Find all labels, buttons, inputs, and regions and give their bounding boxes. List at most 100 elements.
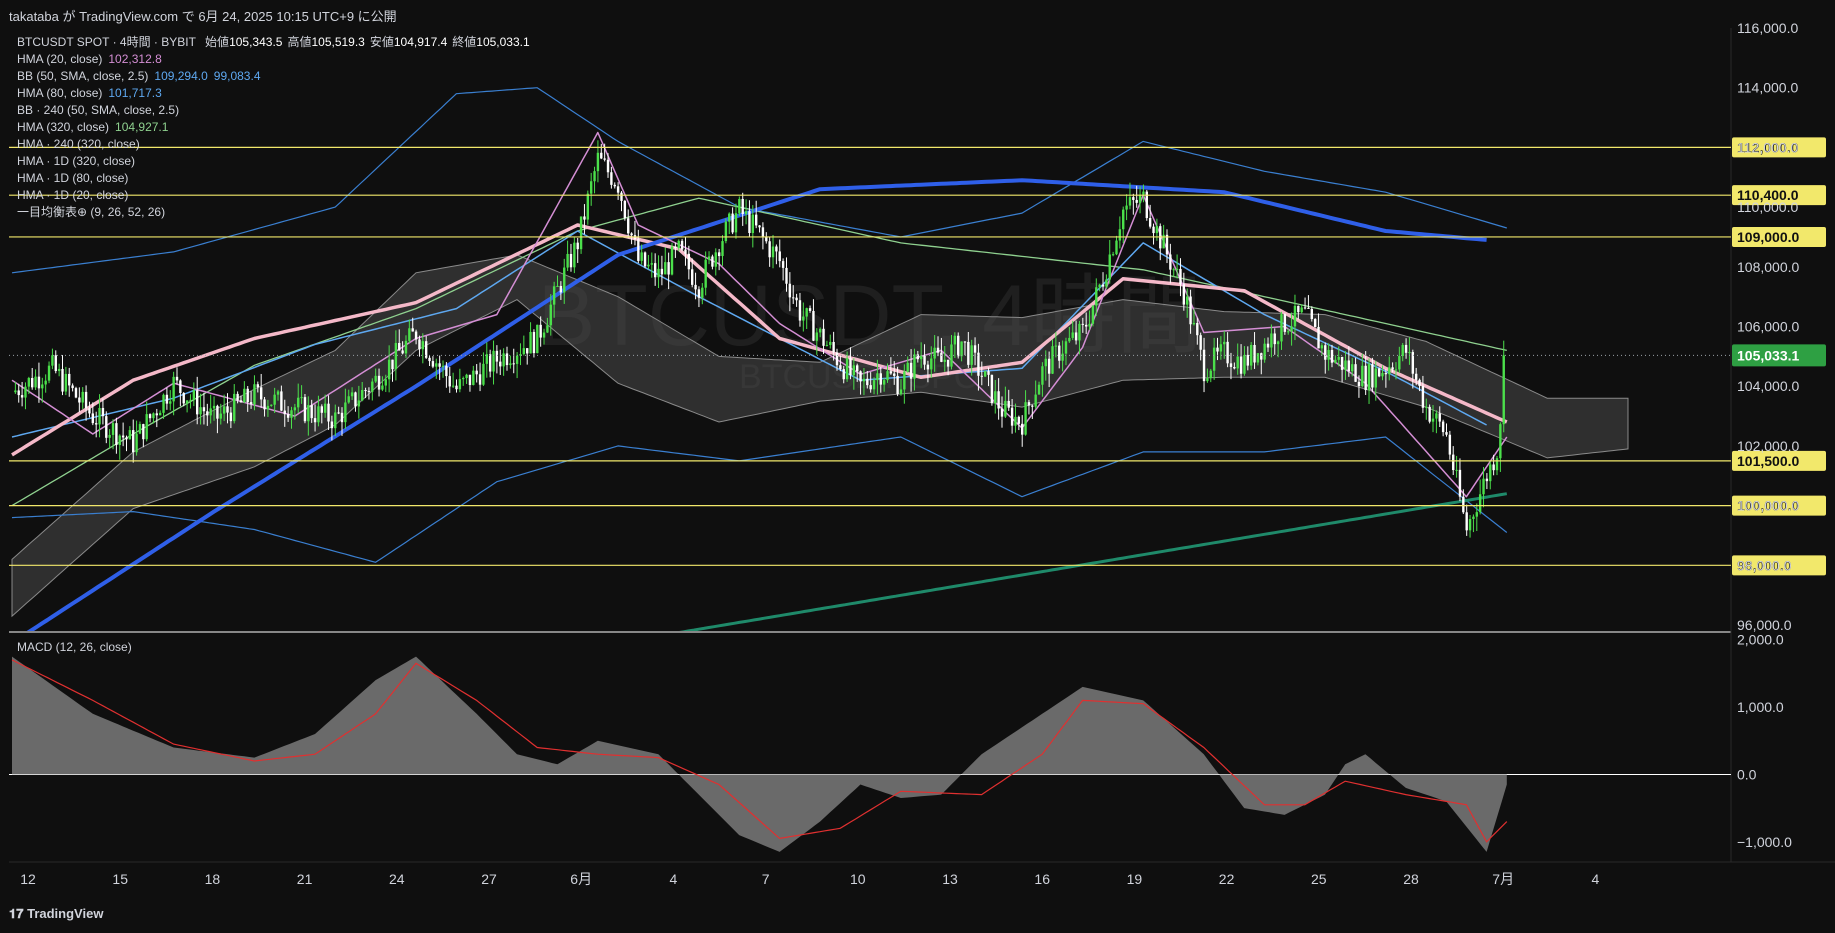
candle-body — [832, 341, 835, 353]
candle-body — [1108, 254, 1111, 280]
candle-body — [1014, 416, 1017, 426]
candle-body — [145, 414, 148, 440]
legend-indicator-row[interactable]: HMA · 1D (80, close) — [17, 170, 530, 187]
candle-body — [926, 364, 930, 370]
legend-indicator-row[interactable]: HMA · 240 (320, close) — [17, 136, 530, 153]
candle-body — [68, 373, 71, 386]
candle-body — [761, 227, 765, 237]
legend-indicator-name: HMA (320, close) — [17, 120, 110, 134]
legend-indicator-row[interactable]: HMA · 1D (320, close) — [17, 153, 530, 170]
legend-indicator-row[interactable]: HMA (320, close) 104,927.1 — [17, 119, 530, 136]
candle-body — [334, 412, 337, 429]
candle-body — [680, 240, 684, 250]
candle-body — [1482, 478, 1485, 495]
candle-body — [1276, 341, 1280, 345]
candle-body — [1179, 268, 1182, 285]
legend-indicator-name: HMA · 1D (320, close) — [17, 154, 136, 168]
candle-body — [1351, 364, 1354, 372]
candle-body — [913, 354, 916, 379]
candle-body — [522, 348, 526, 355]
candle-body — [606, 159, 610, 173]
candle-body — [569, 253, 573, 268]
candle-body — [47, 365, 51, 381]
candle-body — [923, 355, 926, 365]
candle-body — [330, 421, 334, 429]
legend-indicator-value: 101,717.3 — [108, 86, 162, 100]
candle-body — [768, 241, 771, 258]
candle-body — [1209, 370, 1212, 379]
candle-body — [1058, 345, 1061, 361]
legend-indicator-row[interactable]: HMA · 1D (20, close) — [17, 187, 530, 204]
candle-body — [14, 390, 17, 393]
candle-body — [775, 246, 778, 252]
candle-body — [222, 406, 226, 414]
candle-body — [37, 376, 41, 389]
candle-body — [118, 435, 121, 446]
candle-body — [1051, 346, 1054, 374]
candle-body — [202, 407, 206, 412]
candle-body — [1044, 358, 1047, 367]
candle-body — [327, 403, 330, 422]
legend-indicator-row[interactable]: HMA (20, close) 102,312.8 — [17, 51, 530, 68]
candle-body — [1115, 240, 1118, 255]
candle-body — [1266, 343, 1270, 348]
candle-body — [253, 384, 256, 405]
macd-tick-label: 2,000.0 — [1737, 632, 1784, 648]
candle-body — [960, 341, 963, 357]
candle-body — [1216, 347, 1219, 352]
candle-body — [795, 297, 798, 301]
candle-body — [226, 406, 229, 413]
candle-body — [677, 240, 680, 249]
candle-body — [623, 200, 627, 219]
legend-indicator-row[interactable]: HMA (80, close) 101,717.3 — [17, 85, 530, 102]
candle-body — [997, 391, 1000, 409]
legend-indicator-row[interactable]: 一目均衡表⊕ (9, 26, 52, 26) — [17, 204, 530, 221]
candle-body — [209, 408, 212, 416]
candle-body — [135, 433, 138, 453]
legend-indicator-row[interactable]: BB (50, SMA, close, 2.5) 109,294.0 99,083.… — [17, 68, 530, 85]
price-tick-label: 112,000.0 — [1737, 139, 1798, 155]
candle-body — [1206, 378, 1209, 382]
candle-body — [175, 376, 179, 381]
candle-body — [1421, 385, 1425, 408]
legend-indicator-row[interactable]: BB · 240 (50, SMA, close, 2.5) — [17, 102, 530, 119]
candle-body — [711, 256, 714, 267]
candle-body — [704, 259, 707, 288]
candle-body — [246, 388, 249, 403]
candle-body — [229, 412, 233, 422]
candle-body — [1027, 402, 1031, 406]
candle-body — [1445, 432, 1448, 435]
time-tick-label: 24 — [389, 871, 405, 887]
candle-body — [805, 308, 808, 317]
logo-text: TradingView — [27, 906, 104, 921]
candle-body — [148, 414, 152, 419]
candle-body — [980, 375, 983, 377]
candle-body — [670, 246, 674, 275]
candle-body — [1260, 353, 1263, 360]
candle-body — [394, 342, 398, 370]
candle-body — [398, 342, 401, 351]
legend-indicator-name: BB (50, SMA, close, 2.5) — [17, 69, 149, 83]
candle-body — [17, 390, 20, 396]
candle-body — [88, 408, 91, 414]
candle-body — [1398, 356, 1401, 370]
candle-body — [472, 370, 475, 385]
candle-body — [1101, 284, 1105, 287]
candle-body — [1310, 308, 1313, 320]
legend-ohlc-label: 始値 — [205, 35, 230, 49]
candle-body — [1095, 287, 1098, 306]
candle-body — [303, 397, 307, 422]
candle-body — [1324, 345, 1327, 360]
candle-body — [1401, 344, 1404, 357]
candle-body — [1408, 352, 1411, 354]
time-tick-label: 10 — [850, 871, 866, 887]
candle-body — [1303, 307, 1307, 309]
candle-body — [1091, 305, 1095, 324]
candle-body — [603, 158, 606, 160]
candle-body — [206, 411, 209, 416]
candle-body — [384, 379, 387, 386]
candle-body — [233, 393, 236, 422]
candle-body — [856, 365, 859, 372]
candle-body — [566, 253, 569, 268]
time-tick-label: 4 — [1592, 871, 1600, 887]
